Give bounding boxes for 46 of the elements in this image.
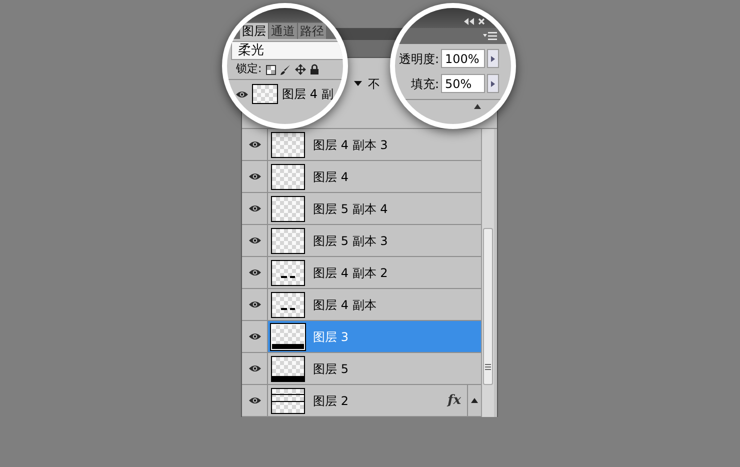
brush-icon[interactable] <box>280 64 291 75</box>
layer-name: 图层 4 副本 <box>313 296 376 314</box>
panel-tab[interactable]: 路径 <box>298 23 326 39</box>
scrollbar-track[interactable] <box>481 129 494 417</box>
number-field[interactable]: 50% <box>441 74 485 93</box>
layer-name: 图层 5 副本 3 <box>313 232 388 250</box>
caret-right-icon <box>491 56 495 62</box>
layer-row[interactable]: 图层 4 副本 <box>242 289 481 321</box>
layer-name: 图层 4 副本 3 <box>313 136 388 154</box>
blend-mode-dropdown[interactable]: 柔光 <box>231 41 343 60</box>
lock-icon[interactable] <box>310 64 319 75</box>
panel-tab[interactable]: 图层 <box>240 23 268 39</box>
layer-thumbnail <box>252 84 278 104</box>
lock-label: 锁定: <box>236 61 262 78</box>
checkerboard-icon[interactable] <box>266 64 276 74</box>
layer-name: 图层 5 副本 4 <box>313 200 388 218</box>
collapse-arrow-icon[interactable] <box>471 398 478 403</box>
layer-name: 图层 2 <box>313 392 348 410</box>
layer-row[interactable]: 图层 4 副本 2 <box>242 257 481 289</box>
layer-name: 图层 5 <box>313 360 348 378</box>
layer-row[interactable]: 图层 2 fx <box>242 385 481 417</box>
layer-row[interactable]: 图层 5 <box>242 353 481 385</box>
number-field[interactable]: 100% <box>441 49 485 68</box>
move-icon[interactable] <box>294 64 306 75</box>
layer-row[interactable]: 图层 4 副本 3 <box>242 129 481 161</box>
effects-label: fx <box>448 392 461 410</box>
close-icon[interactable] <box>478 18 485 25</box>
field-label: 填充: <box>410 76 439 92</box>
scroll-up-icon[interactable] <box>474 104 481 109</box>
layer-row[interactable]: 图层 5 副本 3 <box>242 225 481 257</box>
layer-row[interactable]: 图层 4 <box>242 161 481 193</box>
scrollbar-thumb[interactable] <box>483 228 493 385</box>
layer-name: 图层 4 副本 2 <box>313 264 388 282</box>
stepper-button[interactable] <box>487 74 499 93</box>
field-label: 透明度: <box>398 50 439 68</box>
layer-name: 图层 3 <box>313 328 348 346</box>
stepper-button[interactable] <box>487 49 499 68</box>
caret-right-icon <box>491 80 495 86</box>
grip-icon <box>485 364 491 370</box>
panel-tab[interactable]: 通道 <box>269 23 297 39</box>
opacity-label: 不 <box>368 77 380 91</box>
panel-menu-icon[interactable] <box>483 32 497 40</box>
layer-name: 图层 4 副 <box>282 86 334 103</box>
layer-row[interactable]: 图层 5 副本 4 <box>242 193 481 225</box>
layer-name: 图层 4 <box>313 168 348 186</box>
collapse-icon[interactable] <box>464 18 474 25</box>
